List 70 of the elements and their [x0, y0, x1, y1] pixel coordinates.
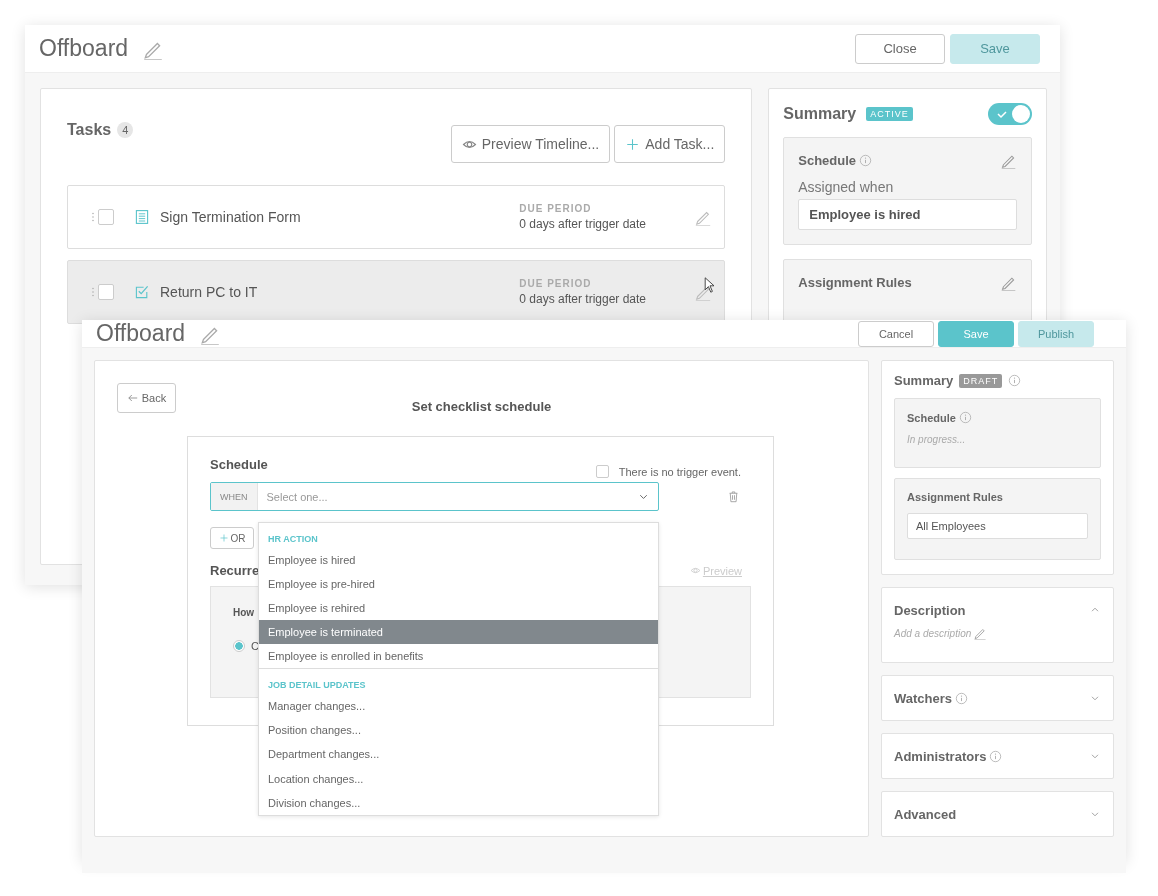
info-icon: [859, 154, 873, 167]
panel-title: Administrators: [894, 748, 987, 764]
card-title: Schedule: [907, 411, 956, 424]
panel-title: Description: [894, 602, 966, 618]
trash-icon[interactable]: [727, 490, 740, 503]
task-row[interactable]: Return PC to IT DUE PERIOD 0 days after trigger date: [67, 260, 726, 324]
text-field[interactable]: Employee is hired: [798, 199, 1017, 230]
document-icon: [134, 209, 150, 225]
group-title: JOB DETAIL UPDATES: [267, 679, 367, 692]
due-value: 0 days after trigger date: [519, 217, 648, 231]
card-title: Assignment Rules: [907, 491, 1004, 503]
plus-icon: [218, 533, 229, 543]
menu-option[interactable]: Department changes...: [259, 742, 658, 767]
checkbox[interactable]: [98, 284, 114, 300]
field-label: Assigned when: [798, 179, 895, 195]
task-row[interactable]: Sign Termination Form DUE PERIOD 0 days after trigger date: [67, 185, 726, 249]
task-name: Sign Termination Form: [160, 209, 302, 225]
toggle-switch[interactable]: [988, 103, 1032, 125]
checkbox-label: There is no trigger event.: [618, 465, 741, 478]
status-badge: ACTIVE: [866, 107, 913, 121]
action-button[interactable]: Preview Timeline...: [450, 125, 611, 163]
action-button[interactable]: Cancel: [858, 320, 934, 347]
checkbox[interactable]: [98, 209, 114, 225]
menu-option[interactable]: Location changes...: [259, 766, 658, 791]
menu-option[interactable]: Employee is enrolled in benefits: [259, 644, 658, 668]
panel-title: Summary: [894, 373, 954, 388]
window-title: Offboard: [39, 35, 129, 62]
section-title: Tasks: [67, 121, 112, 139]
radio-button[interactable]: [233, 640, 245, 652]
radio-label: C: [251, 640, 259, 652]
text-field[interactable]: All Employees: [907, 513, 1088, 539]
due-label: DUE PERIOD: [519, 203, 593, 214]
action-button[interactable]: Close: [855, 33, 945, 64]
menu-option[interactable]: Division changes...: [259, 790, 658, 815]
panel-title: Advanced: [894, 806, 957, 822]
select-placeholder: Select one...: [265, 490, 329, 503]
panel-title: Summary: [783, 105, 857, 123]
section-title: Schedule: [210, 457, 268, 472]
select-field[interactable]: WHEN Select one...: [210, 482, 659, 511]
info-icon: [958, 411, 972, 424]
due-label: DUE PERIOD: [519, 278, 593, 289]
status-text: In progress...: [907, 434, 967, 445]
section-title: Recurre: [210, 563, 260, 578]
panel-title: Watchers: [894, 690, 953, 706]
info-icon: [955, 691, 969, 705]
count-badge: 4: [117, 122, 134, 138]
menu-option[interactable]: Employee is pre-hired: [259, 572, 658, 596]
task-name: Return PC to IT: [160, 284, 259, 300]
checkbox[interactable]: [595, 465, 609, 478]
status-badge: DRAFT: [959, 373, 1003, 388]
menu-option[interactable]: Employee is terminated: [259, 620, 658, 644]
checkbox-tick-icon: [134, 284, 150, 300]
card-title: Schedule: [798, 153, 857, 168]
eye-icon: [689, 565, 701, 576]
plus-icon: [625, 136, 641, 152]
menu-option[interactable]: Manager changes...: [259, 694, 658, 719]
group-title: HR ACTION: [267, 533, 319, 546]
menu-option[interactable]: Employee is rehired: [259, 596, 658, 620]
when-label: WHEN: [211, 483, 258, 510]
action-button[interactable]: Add Task...: [614, 125, 726, 163]
menu-option[interactable]: Employee is hired: [259, 548, 658, 572]
info-icon: [1008, 374, 1022, 387]
back-button[interactable]: Back: [117, 382, 176, 413]
info-icon: [989, 749, 1003, 763]
or-button[interactable]: OR: [210, 527, 254, 549]
question-label: How: [233, 607, 255, 618]
card-title: Assignment Rules: [798, 275, 912, 290]
menu-option[interactable]: Position changes...: [259, 718, 658, 743]
due-value: 0 days after trigger date: [519, 292, 648, 306]
page-title: Set checklist schedule: [410, 399, 553, 414]
